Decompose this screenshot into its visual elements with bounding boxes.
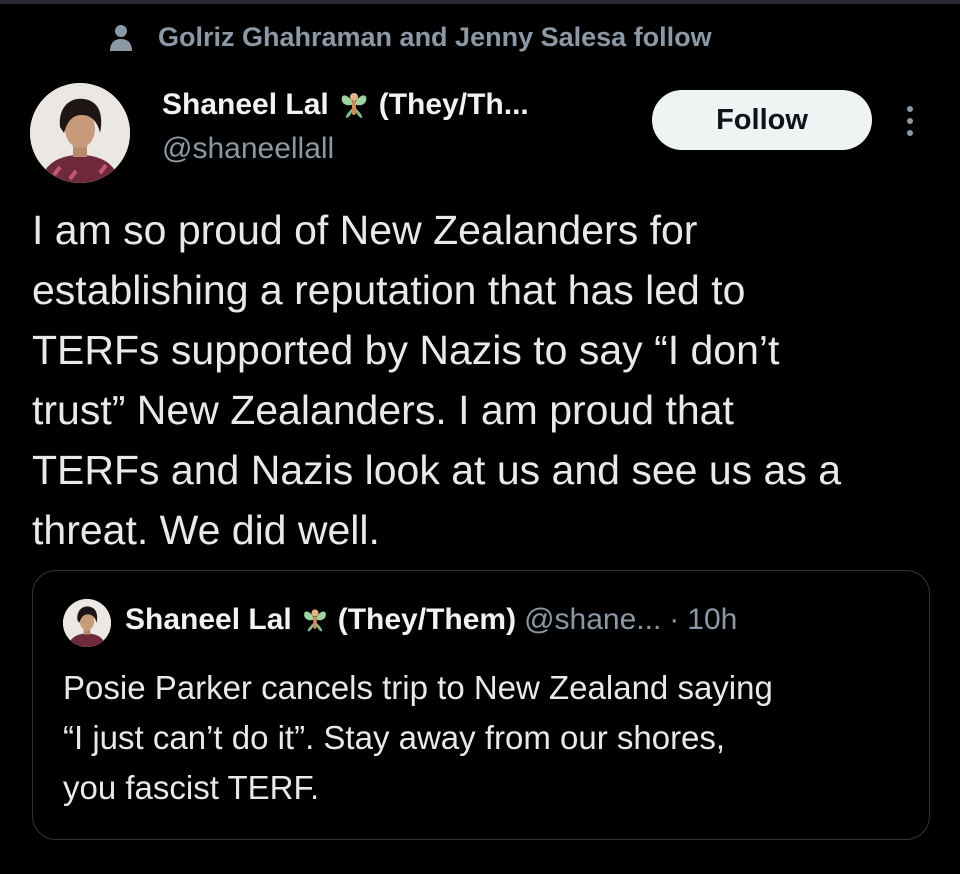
top-edge-divider (0, 0, 960, 4)
quoted-tweet-card[interactable]: Shaneel Lal (They/Them) @shane... · 10h … (32, 570, 930, 840)
social-context-text: Golriz Ghahraman and Jenny Salesa follow (158, 22, 712, 52)
fairy-emoji-icon (300, 605, 330, 635)
quoted-author-name[interactable]: Shaneel Lal (125, 603, 292, 637)
quoted-author-pronouns: (They/Them) (337, 603, 517, 636)
social-context[interactable]: Golriz Ghahraman and Jenny Salesa follow (108, 22, 712, 53)
author-name-row[interactable]: Shaneel Lal (They/Th... (162, 88, 529, 122)
author-handle[interactable]: @shaneellall (162, 132, 334, 166)
fairy-emoji-icon (337, 88, 371, 122)
tweet-text: I am so proud of New Zealanders for esta… (32, 207, 842, 553)
author-avatar[interactable] (30, 83, 130, 183)
quoted-author-avatar[interactable] (63, 599, 111, 647)
quoted-tweet-timestamp[interactable]: 10h (687, 603, 737, 637)
more-vertical-icon[interactable] (900, 104, 920, 138)
quoted-tweet-text: Posie Parker cancels trip to New Zealand… (63, 669, 773, 806)
author-name[interactable]: Shaneel Lal (162, 88, 329, 122)
quoted-tweet-header: Shaneel Lal (They/Them) @shane... · 10h (125, 603, 737, 637)
person-icon (108, 23, 134, 53)
separator-dot: · (669, 603, 680, 636)
follow-button[interactable]: Follow (652, 90, 872, 150)
quoted-author-handle[interactable]: @shane... (524, 603, 661, 637)
author-pronouns: (They/Th... (378, 88, 529, 121)
